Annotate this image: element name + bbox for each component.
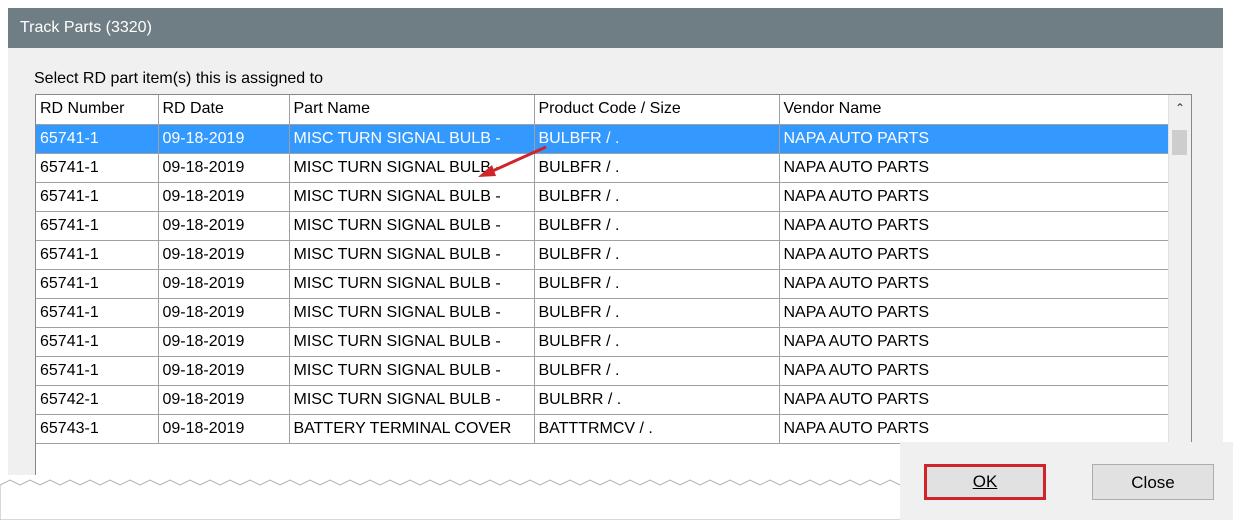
table-cell: 09-18-2019 — [158, 153, 290, 183]
red-arrow-icon — [478, 145, 547, 177]
ok-button[interactable]: OK — [924, 464, 1046, 500]
torn-edge-overlay — [0, 475, 920, 520]
table-row[interactable]: 65743-1 09-18-2019 BATTERY TERMINAL COVER B… — [36, 414, 1170, 444]
close-button[interactable]: Close — [1092, 464, 1214, 500]
table-cell: 09-18-2019 — [158, 356, 290, 386]
table-row[interactable]: 65741-1 09-18-2019 MISC TURN SIGNAL BULB -… — [36, 182, 1170, 212]
table-cell: 09-18-2019 — [158, 269, 290, 299]
column-header-part-name[interactable]: Part Name — [289, 95, 535, 125]
table-row[interactable]: 65741-1 09-18-2019 MISC TURN SIGNAL BULB -… — [36, 269, 1170, 299]
scrollbar-thumb[interactable] — [1172, 130, 1187, 155]
table-cell: NAPA AUTO PARTS — [779, 269, 1170, 299]
table-cell: 65741-1 — [36, 182, 159, 212]
table-cell: MISC TURN SIGNAL BULB - — [289, 211, 535, 241]
table-cell: NAPA AUTO PARTS — [779, 211, 1170, 241]
table-cell: BULBFR / . — [534, 356, 780, 386]
ok-button-label: OK — [972, 472, 998, 491]
table-cell: 09-18-2019 — [158, 385, 290, 415]
table-row[interactable]: 65741-1 09-18-2019 MISC TURN SIGNAL BULB -… — [36, 327, 1170, 357]
table-cell: 65741-1 — [36, 327, 159, 357]
table-cell: BULBFR / . — [534, 269, 780, 299]
table-cell: NAPA AUTO PARTS — [779, 182, 1170, 212]
table-cell: BULBFR / . — [534, 240, 780, 270]
table-row[interactable]: 65741-1 09-18-2019 MISC TURN SIGNAL BULB -… — [36, 153, 1170, 183]
table-row[interactable]: 65741-1 09-18-2019 MISC TURN SIGNAL BULB -… — [36, 124, 1170, 154]
table-row[interactable]: 65741-1 09-18-2019 MISC TURN SIGNAL BULB -… — [36, 211, 1170, 241]
table-cell: 09-18-2019 — [158, 298, 290, 328]
table-cell: NAPA AUTO PARTS — [779, 414, 1170, 444]
table-cell: NAPA AUTO PARTS — [779, 385, 1170, 415]
column-header-rd-number[interactable]: RD Number — [36, 95, 159, 125]
table-cell: 65741-1 — [36, 211, 159, 241]
table-cell: 09-18-2019 — [158, 182, 290, 212]
table-cell: NAPA AUTO PARTS — [779, 240, 1170, 270]
table-row[interactable]: 65741-1 09-18-2019 MISC TURN SIGNAL BULB -… — [36, 298, 1170, 328]
column-header-vendor-name[interactable]: Vendor Name — [779, 95, 1170, 125]
table-cell: NAPA AUTO PARTS — [779, 327, 1170, 357]
table-cell: NAPA AUTO PARTS — [779, 298, 1170, 328]
table-cell: BULBFR / . — [534, 124, 780, 154]
table-cell: BULBFR / . — [534, 153, 780, 183]
table-cell: BULBFR / . — [534, 182, 780, 212]
table-cell: MISC TURN SIGNAL BULB - — [289, 269, 535, 299]
table-cell: 65741-1 — [36, 298, 159, 328]
header-row: RD Number RD Date Part Name Product Code… — [36, 95, 1170, 125]
table-cell: MISC TURN SIGNAL BULB - — [289, 182, 535, 212]
rd-parts-table: RD Number RD Date Part Name Product Code… — [36, 95, 1170, 444]
column-header-product-code[interactable]: Product Code / Size — [534, 95, 780, 125]
table-cell: BULBFR / . — [534, 211, 780, 241]
close-button-label: Close — [1131, 473, 1175, 492]
table-row[interactable]: 65741-1 09-18-2019 MISC TURN SIGNAL BULB -… — [36, 356, 1170, 386]
instruction-label: Select RD part item(s) this is assigned … — [34, 70, 323, 87]
table-cell: 65741-1 — [36, 153, 159, 183]
table-cell: BULBFR / . — [534, 298, 780, 328]
table-cell: 09-18-2019 — [158, 211, 290, 241]
table-cell: MISC TURN SIGNAL BULB - — [289, 240, 535, 270]
window-body: Select RD part item(s) this is assigned … — [8, 48, 1223, 516]
window-title: Track Parts (3320) — [8, 8, 1223, 48]
table-cell: NAPA AUTO PARTS — [779, 153, 1170, 183]
table-cell: MISC TURN SIGNAL BULB - — [289, 385, 535, 415]
table-cell: BATTTRMCV / . — [534, 414, 780, 444]
table-cell: 65741-1 — [36, 240, 159, 270]
table-cell: 09-18-2019 — [158, 414, 290, 444]
table-cell: 65743-1 — [36, 414, 159, 444]
table-cell: MISC TURN SIGNAL BULB - — [289, 356, 535, 386]
chevron-up-icon[interactable]: ⌃ — [1169, 101, 1191, 115]
table-cell: NAPA AUTO PARTS — [779, 124, 1170, 154]
table-cell: 65742-1 — [36, 385, 159, 415]
table-cell: BATTERY TERMINAL COVER — [289, 414, 535, 444]
table-row[interactable]: 65742-1 09-18-2019 MISC TURN SIGNAL BULB -… — [36, 385, 1170, 415]
table-cell: 65741-1 — [36, 269, 159, 299]
column-header-rd-date[interactable]: RD Date — [158, 95, 290, 125]
table-cell: 09-18-2019 — [158, 124, 290, 154]
table-cell: 65741-1 — [36, 124, 159, 154]
table-cell: 09-18-2019 — [158, 327, 290, 357]
table-cell: NAPA AUTO PARTS — [779, 356, 1170, 386]
table-cell: BULBRR / . — [534, 385, 780, 415]
table-cell: MISC TURN SIGNAL BULB - — [289, 327, 535, 357]
table-row[interactable]: 65741-1 09-18-2019 MISC TURN SIGNAL BULB -… — [36, 240, 1170, 270]
table-cell: 09-18-2019 — [158, 240, 290, 270]
table-cell: MISC TURN SIGNAL BULB - — [289, 298, 535, 328]
table-cell: BULBFR / . — [534, 327, 780, 357]
table-cell: 65741-1 — [36, 356, 159, 386]
button-panel: OK Close — [900, 442, 1233, 520]
